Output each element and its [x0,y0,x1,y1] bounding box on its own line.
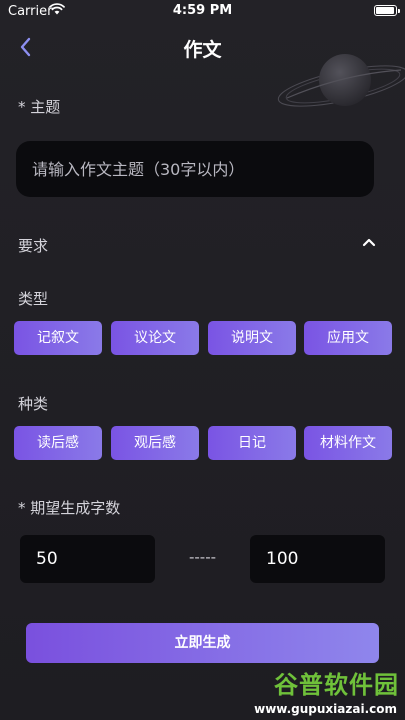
type-option-narrative[interactable]: 记叙文 [14,321,102,355]
type-option-argumentative[interactable]: 议论文 [111,321,199,355]
requirements-label: 要求 [18,237,49,255]
watermark-logo-text: 谷普软件园 [274,671,399,699]
chevron-up-icon[interactable] [361,236,377,248]
category-option-material[interactable]: 材料作文 [304,426,392,460]
type-label: 类型 [18,290,49,308]
word-count-max-input[interactable] [250,535,385,583]
type-option-practical[interactable]: 应用文 [304,321,392,355]
word-count-label: * 期望生成字数 [18,499,121,517]
battery-icon [374,5,400,16]
category-label: 种类 [18,395,49,413]
range-separator: ----- [188,548,217,566]
category-option-film-review[interactable]: 观后感 [111,426,199,460]
type-option-expository[interactable]: 说明文 [208,321,296,355]
generate-button[interactable]: 立即生成 [26,623,379,663]
word-count-min-input[interactable] [20,535,155,583]
category-option-book-review[interactable]: 读后感 [14,426,102,460]
category-option-diary[interactable]: 日记 [208,426,296,460]
topic-label: * 主题 [18,98,61,116]
status-time: 4:59 PM [172,3,233,18]
status-bar: Carrier 4:59 PM [0,0,405,22]
watermark-url: www.gupuxiazai.com [254,702,397,716]
planet-icon [277,54,405,107]
topic-input[interactable] [16,141,374,197]
